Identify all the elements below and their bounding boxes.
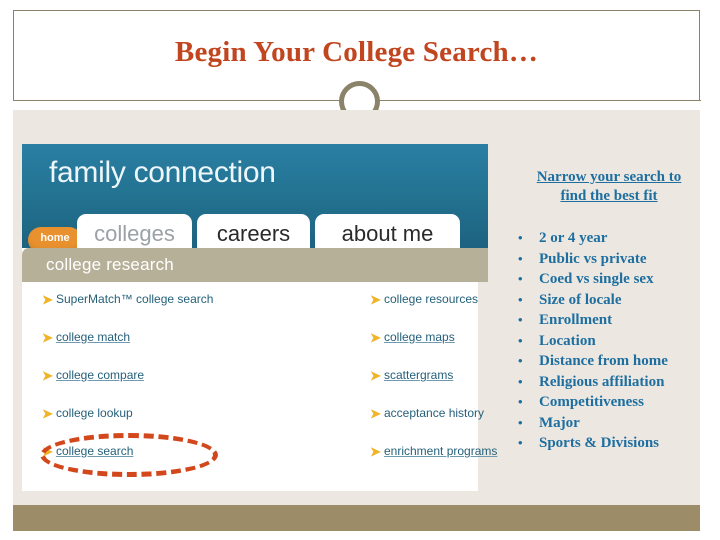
link-label: college lookup (56, 406, 133, 420)
link-supermatch-college-search[interactable]: ➤ SuperMatch™ college search (42, 291, 262, 329)
link-label: college resources (384, 292, 479, 306)
chevron-right-icon: ➤ (42, 444, 53, 459)
side-heading-line2: find the best fit (560, 188, 658, 204)
link-college-lookup[interactable]: ➤ college lookup (42, 405, 262, 443)
list-item: Religious affiliation (510, 372, 708, 393)
chevron-right-icon: ➤ (42, 406, 53, 421)
chevron-right-icon: ➤ (370, 368, 381, 383)
link-college-search[interactable]: ➤ college search (42, 443, 262, 481)
side-heading: Narrow your search to find the best fit (510, 168, 708, 206)
chevron-right-icon: ➤ (370, 444, 381, 459)
list-item: Competitiveness (510, 392, 708, 413)
slide: Begin Your College Search… family connec… (0, 0, 720, 540)
app-brand-title: family connection (49, 156, 276, 189)
link-label: college compare (56, 368, 145, 382)
list-item: 2 or 4 year (510, 228, 708, 249)
slide-canvas: family connection home colleges careers … (13, 110, 700, 505)
section-band-college-research: college research (22, 248, 488, 282)
list-item: Distance from home (510, 351, 708, 372)
link-college-maps[interactable]: ➤ college maps (370, 329, 500, 367)
chevron-right-icon: ➤ (42, 368, 53, 383)
link-college-compare[interactable]: ➤ college compare (42, 367, 262, 405)
link-label: college search (56, 444, 134, 458)
chevron-right-icon: ➤ (370, 406, 381, 421)
slide-footer-bar (13, 505, 700, 531)
list-item: Size of locale (510, 290, 708, 311)
home-button-label: home (40, 232, 70, 244)
list-item: Public vs private (510, 249, 708, 270)
chevron-right-icon: ➤ (42, 292, 53, 307)
link-acceptance-history[interactable]: ➤ acceptance history (370, 405, 500, 443)
criteria-bullet-list: 2 or 4 year Public vs private Coed vs si… (510, 228, 708, 454)
list-item: Coed vs single sex (510, 269, 708, 290)
chevron-right-icon: ➤ (370, 330, 381, 345)
link-label: SuperMatch™ college search (56, 292, 214, 306)
link-college-match[interactable]: ➤ college match (42, 329, 262, 367)
side-heading-line1: Narrow your search to (536, 169, 682, 185)
list-item: Sports & Divisions (510, 433, 708, 454)
page-title: Begin Your College Search… (174, 36, 539, 68)
link-label: scattergrams (384, 368, 454, 382)
link-label: college maps (384, 330, 455, 344)
link-label: enrichment programs (384, 444, 498, 458)
chevron-right-icon: ➤ (42, 330, 53, 345)
list-item: Location (510, 331, 708, 352)
app-links-left-column: ➤ SuperMatch™ college search ➤ college m… (42, 291, 262, 481)
link-label: acceptance history (384, 406, 485, 420)
section-band-label: college research (46, 255, 174, 274)
family-connection-screenshot: family connection home colleges careers … (22, 144, 497, 491)
chevron-right-icon: ➤ (370, 292, 381, 307)
link-enrichment-programs[interactable]: ➤ enrichment programs (370, 443, 500, 481)
list-item: Major (510, 413, 708, 434)
link-scattergrams[interactable]: ➤ scattergrams (370, 367, 500, 405)
app-links-right-column: ➤ college resources ➤ college maps ➤ sca… (370, 291, 500, 481)
link-college-resources[interactable]: ➤ college resources (370, 291, 500, 329)
link-label: college match (56, 330, 131, 344)
list-item: Enrollment (510, 310, 708, 331)
side-text-block: Narrow your search to find the best fit … (510, 168, 708, 454)
